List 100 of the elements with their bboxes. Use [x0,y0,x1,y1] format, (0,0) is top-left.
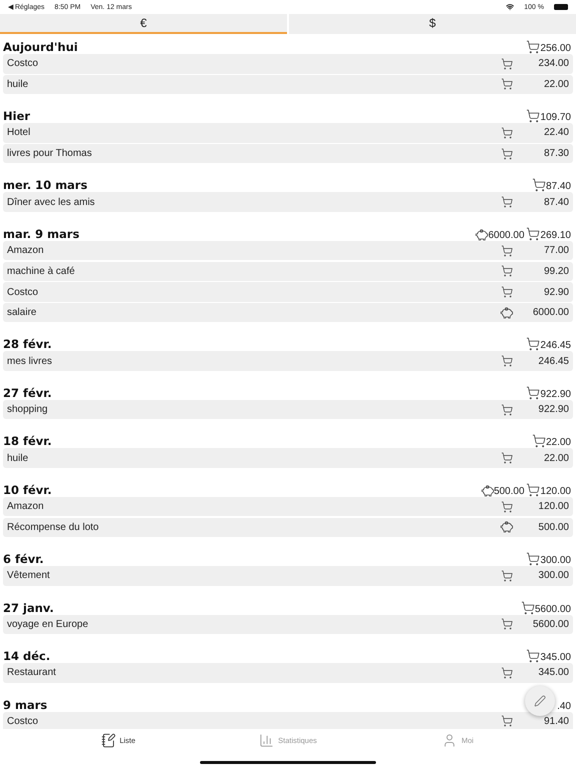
transaction-row[interactable]: Amazon 77.00 [3,240,573,260]
expense-total: 300.00 [540,555,571,566]
transaction-name: Récompense du loto [7,522,100,533]
transaction-row[interactable]: Hotel 22.40 [3,123,573,143]
user-icon [442,733,458,748]
transaction-name: Costco [7,58,40,70]
cart-icon [526,40,540,54]
transaction-row[interactable]: salaire 6000.00 [3,302,573,322]
day-heading: mar. 9 mars [3,226,80,241]
cart-icon [501,666,513,679]
day-heading: 10 févr. [3,482,52,497]
cart-icon [501,404,513,416]
transaction-name: machine à café [7,266,76,277]
transaction-row[interactable]: Vêtement 300.00 [3,566,573,586]
transaction-row[interactable]: voyage en Europe 5600.00 [3,614,573,634]
cart-icon [501,78,513,90]
transaction-amount: 92.90 [542,286,569,298]
cart-icon [526,649,540,664]
transaction-row[interactable]: huile 22.00 [3,448,573,468]
cart-icon [501,196,513,208]
transaction-row[interactable]: mes livres 246.45 [3,351,573,371]
piggy-bank-icon [500,306,513,319]
cart-icon [526,109,540,124]
cart-icon [501,355,513,368]
expense-total: 22.00 [546,437,571,448]
day-heading: Aujourd'hui [3,40,78,54]
cart-icon [501,715,513,728]
cart-icon [501,286,513,298]
cart-icon [532,434,546,448]
cart-icon [501,126,513,139]
cart-icon [501,265,513,278]
transaction-amount: 6000.00 [532,307,569,318]
expense-total: 256.00 [540,43,571,54]
transaction-name: livres pour Thomas [7,148,93,160]
wifi-icon [506,3,514,11]
cart-icon [526,552,540,566]
transaction-name: shopping [7,404,49,416]
transaction-row[interactable]: livres pour Thomas 87.30 [3,144,573,164]
transaction-amount: 22.40 [542,127,569,138]
piggy-bank-icon [500,521,513,534]
transaction-name: mes livres [7,356,54,367]
transaction-row[interactable]: Amazon 120.00 [3,496,573,516]
bar-chart-icon [259,733,274,748]
transaction-row[interactable]: shopping 922.90 [3,400,573,420]
transaction-name: Amazon [7,501,45,512]
transaction-amount: 246.45 [537,356,569,367]
battery-icon [554,4,568,10]
transaction-row[interactable]: Restaurant 345.00 [3,663,573,683]
transaction-amount: 22.00 [542,452,569,464]
day-heading: mer. 10 mars [3,178,88,192]
transaction-row[interactable]: Récompense du loto 500.00 [3,518,573,538]
transaction-name: Costco [7,286,40,298]
cart-icon [526,226,540,241]
cart-icon [501,618,513,630]
expense-total: .40 [557,700,571,712]
cart-icon [526,337,540,352]
transaction-name: Vêtement [7,570,51,582]
day-heading: 6 févr. [3,552,44,566]
piggy-bank-icon [480,484,494,497]
transaction-name: Restaurant [7,667,57,678]
pen-icon [534,695,546,707]
cart-icon [526,482,540,497]
transaction-row[interactable]: machine à café 99.20 [3,262,573,282]
day-heading: 14 déc. [3,649,50,664]
transaction-amount: 922.90 [537,404,569,416]
cart-icon [501,500,513,513]
transaction-amount: 345.00 [537,667,569,678]
transaction-row[interactable]: huile 22.00 [3,74,573,94]
cart-icon [501,244,513,257]
transaction-name: Hotel [7,127,32,138]
transaction-name: huile [7,78,30,90]
cart-icon [532,178,546,192]
transaction-row[interactable]: Costco 91.40 [3,712,573,729]
transaction-row[interactable]: Dîner avec les amis 87.40 [3,192,573,212]
currency-tab[interactable]: $ [289,14,576,34]
day-heading: 27 janv. [3,600,54,615]
transaction-name: Costco [7,716,40,727]
expense-total: 246.45 [540,340,571,352]
income-total: 6000.00 [488,230,524,241]
day-heading: 9 mars [3,698,48,712]
cart-icon [501,452,513,464]
transaction-name: huile [7,452,30,464]
transaction-row[interactable]: Costco 92.90 [3,282,573,302]
cart-icon [520,600,535,615]
edit-button[interactable] [525,686,555,716]
cart-icon [501,58,513,70]
piggy-bank-icon [475,228,488,241]
day-heading: Hier [3,109,30,124]
cart-icon [501,148,513,160]
transaction-amount: 300.00 [537,570,569,582]
day-heading: 28 févr. [3,337,52,352]
day-heading: 18 févr. [3,434,52,448]
expense-total: 109.70 [540,112,571,124]
transaction-row[interactable]: Costco 234.00 [3,54,573,74]
transaction-amount: 5600.00 [532,618,569,630]
transaction-amount: 91.40 [542,716,569,727]
transaction-amount: 87.40 [542,196,569,208]
transaction-amount: 87.30 [542,148,569,160]
expense-total: 5600.00 [534,604,571,615]
currency-tab[interactable]: € [0,14,287,34]
